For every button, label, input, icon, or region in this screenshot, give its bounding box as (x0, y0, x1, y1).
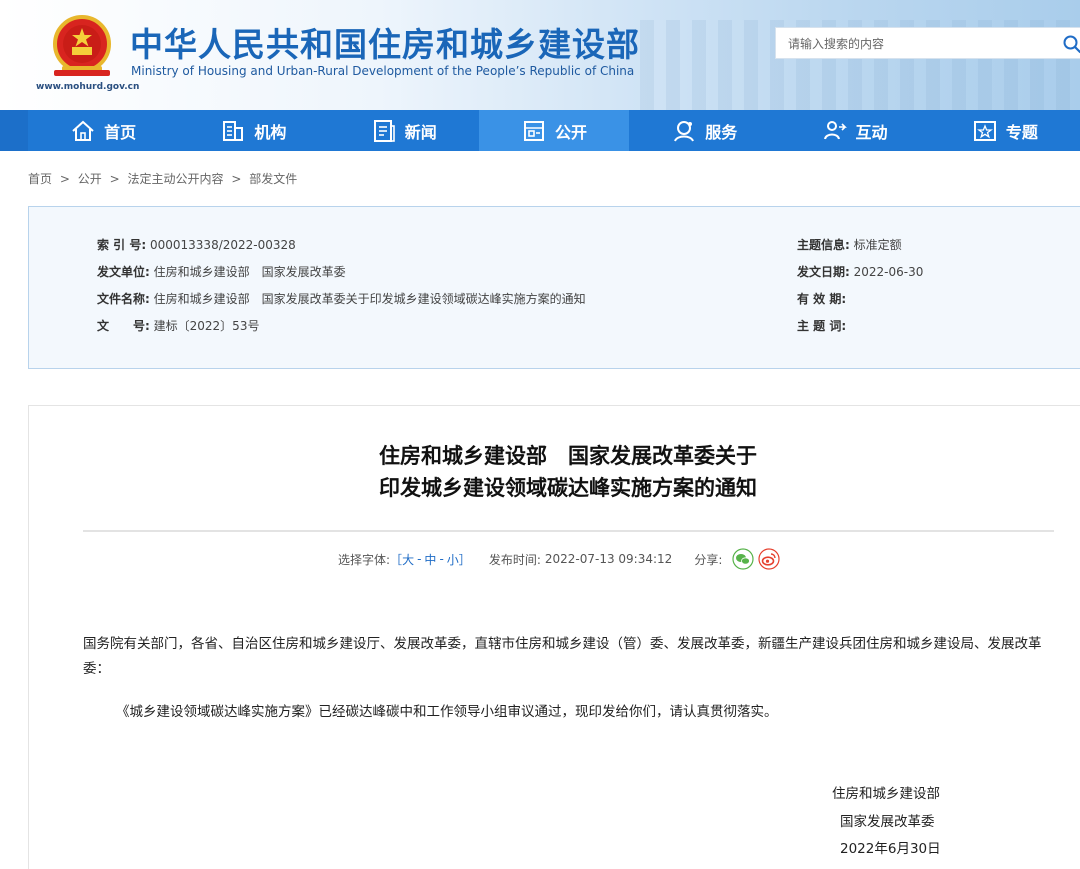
meta-topic-label: 主题信息: (797, 238, 850, 252)
site-header: 中华人民共和国住房和城乡建设部 Ministry of Housing and … (0, 0, 1080, 110)
site-title-en: Ministry of Housing and Urban-Rural Deve… (131, 64, 635, 78)
nav-item-service[interactable]: 服务 (629, 110, 779, 151)
wechat-share-icon[interactable] (732, 548, 754, 570)
breadcrumb-documents-link[interactable]: 部发文件 (249, 172, 297, 186)
meta-name: 文件名称: 住房和城乡建设部 国家发展改革委关于印发城乡建设领域碳达峰实施方案的… (97, 290, 586, 307)
meta-date-value: 2022-06-30 (853, 265, 924, 279)
meta-unit-label: 发文单位: (97, 265, 150, 279)
meta-name-label: 文件名称: (97, 292, 150, 306)
breadcrumb: 首页 > 公开 > 法定主动公开内容 > 部发文件 (28, 170, 301, 187)
building-icon (223, 120, 244, 141)
news-icon (373, 119, 395, 142)
nav-item-label: 专题 (1005, 122, 1038, 142)
font-large-link[interactable]: 大 (402, 551, 414, 568)
publish-time-label: 发布时间: (488, 552, 541, 567)
nav-item-label: 服务 (705, 122, 738, 142)
meta-topic: 主题信息: 标准定额 (797, 236, 902, 253)
article-title-line1: 住房和城乡建设部 国家发展改革委关于 (379, 444, 757, 468)
nav-item-open[interactable]: 公开 (478, 110, 630, 151)
home-icon (72, 120, 94, 141)
font-medium-link[interactable]: 中 (424, 551, 436, 568)
open-icon (523, 120, 544, 141)
nav-item-label: 首页 (104, 122, 137, 142)
font-size-label: 选择字体: (338, 552, 391, 567)
signature-date: 2022年6月30日 (840, 841, 941, 857)
font-separator: - (439, 552, 444, 566)
breadcrumb-separator: > (231, 172, 242, 186)
service-icon (674, 120, 695, 142)
breadcrumb-separator: > (109, 172, 120, 186)
meta-unit: 发文单位: 住房和城乡建设部 国家发展改革委 (97, 263, 346, 280)
main-nav: 首页 机构 新闻 公开 服务 互动 专题 (0, 110, 1080, 151)
signature-ndrc: 国家发展改革委 (840, 814, 935, 830)
nav-item-news[interactable]: 新闻 (329, 110, 479, 151)
meta-topic-value: 标准定额 (853, 238, 902, 252)
meta-index-label: 索 引 号: (97, 238, 147, 252)
main-nav-strip: 首页 机构 新闻 公开 服务 互动 专题 (28, 110, 1080, 151)
weibo-share-icon[interactable] (758, 548, 780, 570)
font-small-link[interactable]: 小 (447, 551, 459, 568)
meta-doc-value: 建标〔2022〕53号 (153, 319, 260, 333)
nav-item-label: 机构 (254, 122, 287, 142)
nav-item-home[interactable]: 首页 (28, 110, 178, 151)
search-icon[interactable] (1062, 34, 1080, 54)
article-paragraph-addressees: 国务院有关部门，各省、自治区住房和城乡建设厅、发展改革委，直辖市住房和城乡建设（… (83, 636, 1042, 677)
meta-name-value: 住房和城乡建设部 国家发展改革委关于印发城乡建设领域碳达峰实施方案的通知 (153, 292, 586, 306)
national-emblem-icon[interactable] (48, 14, 116, 80)
meta-index-value: 000013338/2022-00328 (149, 238, 296, 252)
nav-item-label: 新闻 (404, 122, 437, 142)
topic-icon (973, 120, 996, 141)
meta-keyword-label: 主 题 词: (797, 319, 847, 333)
meta-doc-label: 文 号: (97, 319, 150, 333)
meta-date-label: 发文日期: (797, 265, 850, 279)
meta-keywords: 主 题 词: (797, 317, 846, 334)
meta-valid-label: 有 效 期: (797, 292, 847, 306)
meta-valid: 有 效 期: (797, 290, 846, 307)
font-bracket-close: ］ (458, 552, 471, 567)
nav-item-label: 互动 (855, 122, 888, 142)
meta-unit-value: 住房和城乡建设部 国家发展改革委 (153, 265, 346, 279)
interact-icon (823, 120, 847, 139)
breadcrumb-statutory-link[interactable]: 法定主动公开内容 (127, 172, 223, 186)
signature-ministry: 住房和城乡建设部 (832, 786, 940, 802)
share-label: 分享: (694, 552, 723, 567)
breadcrumb-home-link[interactable]: 首页 (28, 172, 52, 186)
nav-item-label: 公开 (554, 122, 587, 142)
article-paragraph-body: 《城乡建设领域碳达峰实施方案》已经碳达峰碳中和工作领导小组审议通过，现印发给你们… (116, 704, 778, 720)
article-title: 住房和城乡建设部 国家发展改革委关于 印发城乡建设领域碳达峰实施方案的通知 (0, 440, 1080, 504)
title-divider (83, 530, 1054, 532)
nav-item-organization[interactable]: 机构 (178, 110, 328, 151)
breadcrumb-separator: > (59, 172, 70, 186)
document-meta-box: 索 引 号: 000013338/2022-00328 发文单位: 住房和城乡建… (28, 206, 1080, 369)
meta-date: 发文日期: 2022-06-30 (797, 263, 923, 280)
article-info-bar: 选择字体: ［ 大 - 中 - 小 ］ 发布时间: 2022-07-13 09:… (338, 548, 780, 570)
publish-time-value: 2022-07-13 09:34:12 (544, 552, 673, 566)
site-url: www.mohurd.gov.cn (36, 82, 140, 92)
meta-index: 索 引 号: 000013338/2022-00328 (97, 236, 296, 253)
breadcrumb-open-link[interactable]: 公开 (78, 172, 102, 186)
meta-doc-number: 文 号: 建标〔2022〕53号 (97, 317, 259, 334)
font-bracket-open: ［ (390, 552, 403, 567)
search-box (775, 27, 1080, 59)
site-title-cn: 中华人民共和国住房和城乡建设部 (130, 25, 640, 64)
search-input[interactable] (788, 34, 1048, 54)
font-separator: - (417, 552, 422, 566)
nav-item-topic[interactable]: 专题 (930, 110, 1080, 151)
nav-item-interact[interactable]: 互动 (779, 110, 929, 151)
article-title-line2: 印发城乡建设领域碳达峰实施方案的通知 (379, 476, 757, 500)
